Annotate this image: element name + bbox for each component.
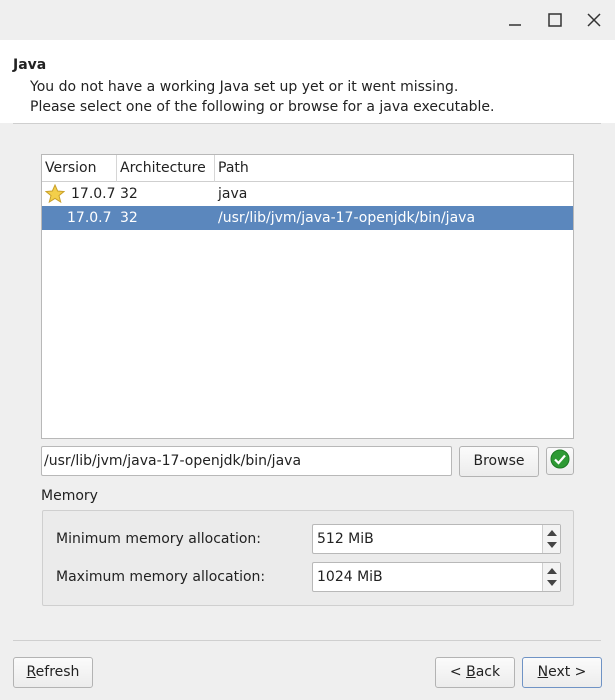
chevron-up-icon[interactable] xyxy=(547,568,557,574)
architecture-cell: 32 xyxy=(120,210,138,226)
star-icon xyxy=(44,183,66,208)
java-table[interactable]: Version Architecture Path 17.0.7 32 java… xyxy=(41,154,574,439)
chevron-up-icon[interactable] xyxy=(547,530,557,536)
version-cell: 17.0.7 xyxy=(71,186,116,202)
window-titlebar xyxy=(0,0,615,40)
back-label: ack xyxy=(475,664,501,680)
max-memory-value[interactable]: 1024 MiB xyxy=(317,563,383,591)
footer-divider xyxy=(13,640,601,641)
chevron-down-icon[interactable] xyxy=(547,542,557,548)
close-icon[interactable] xyxy=(582,8,606,32)
page-title: Java xyxy=(13,57,47,73)
back-mnemonic: B xyxy=(466,664,476,680)
column-header-path[interactable]: Path xyxy=(215,155,573,182)
table-header: Version Architecture Path xyxy=(42,155,573,182)
refresh-label: efresh xyxy=(35,664,80,680)
path-cell: /usr/lib/jvm/java-17-openjdk/bin/java xyxy=(218,210,476,226)
architecture-cell: 32 xyxy=(120,186,138,202)
max-memory-spinbox[interactable]: 1024 MiB xyxy=(312,562,561,592)
header-divider xyxy=(13,123,601,124)
version-cell: 17.0.7 xyxy=(67,210,112,226)
wizard-header: Java You do not have a working Java set … xyxy=(0,40,615,123)
next-label: ext > xyxy=(548,664,587,680)
min-memory-stepper[interactable] xyxy=(542,525,560,553)
java-path-input[interactable]: /usr/lib/jvm/java-17-openjdk/bin/java xyxy=(41,446,452,476)
check-icon xyxy=(550,449,570,473)
min-memory-spinbox[interactable]: 512 MiB xyxy=(312,524,561,554)
column-header-architecture[interactable]: Architecture xyxy=(117,155,215,182)
refresh-button[interactable]: Refresh xyxy=(13,657,93,688)
column-header-version[interactable]: Version xyxy=(42,155,117,182)
header-description-line2: Please select one of the following or br… xyxy=(30,99,495,115)
browse-button[interactable]: Browse xyxy=(459,446,539,477)
min-memory-value[interactable]: 512 MiB xyxy=(317,525,374,553)
header-description-line1: You do not have a working Java set up ye… xyxy=(30,79,459,95)
java-status-button[interactable] xyxy=(546,447,574,475)
back-button[interactable]: < Back xyxy=(435,657,515,688)
min-memory-label: Minimum memory allocation: xyxy=(56,531,262,547)
max-memory-label: Maximum memory allocation: xyxy=(56,569,266,585)
refresh-mnemonic: R xyxy=(26,664,36,680)
back-prefix: < xyxy=(449,664,467,680)
minimize-icon[interactable] xyxy=(503,8,527,32)
table-row[interactable]: 17.0.7 32 java xyxy=(42,182,573,206)
chevron-down-icon[interactable] xyxy=(547,580,557,586)
path-cell: java xyxy=(218,186,248,202)
memory-group: Minimum memory allocation: 512 MiB Maxim… xyxy=(42,510,574,606)
memory-section-label: Memory xyxy=(41,488,98,504)
max-memory-stepper[interactable] xyxy=(542,563,560,591)
table-row-selected[interactable]: 17.0.7 32 /usr/lib/jvm/java-17-openjdk/b… xyxy=(42,206,573,230)
next-mnemonic: N xyxy=(537,664,549,680)
maximize-icon[interactable] xyxy=(543,8,567,32)
next-button[interactable]: Next > xyxy=(522,657,602,688)
